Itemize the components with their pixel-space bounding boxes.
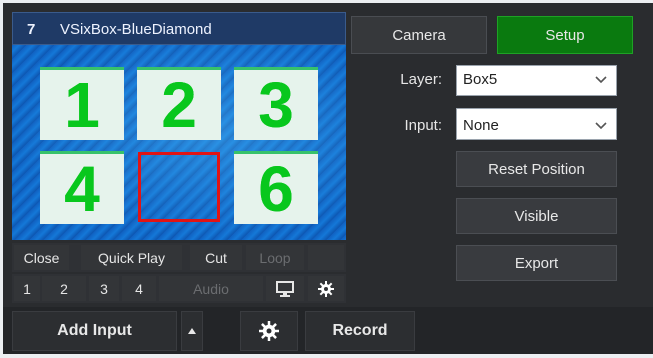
box-6[interactable]: 6	[234, 151, 318, 224]
box-3[interactable]: 3	[234, 67, 318, 140]
loop-button[interactable]: Loop	[246, 245, 304, 270]
input-title: VSixBox-BlueDiamond	[60, 21, 212, 38]
input-preview[interactable]: 1 2 3 4 6	[12, 45, 346, 240]
input-header[interactable]: 7 VSixBox-BlueDiamond	[12, 12, 346, 45]
monitor-icon[interactable]	[266, 276, 304, 301]
box-2[interactable]: 2	[137, 67, 221, 140]
input-label: Input:	[404, 117, 442, 134]
record-button[interactable]: Record	[305, 311, 415, 351]
audio-bus-4[interactable]: 4	[122, 276, 156, 301]
input-number: 7	[27, 21, 36, 38]
camera-tab[interactable]: Camera	[351, 16, 487, 54]
visible-button[interactable]: Visible	[456, 198, 617, 234]
caret-up-icon[interactable]	[181, 311, 203, 351]
gear-icon[interactable]	[240, 311, 298, 351]
layer-select[interactable]: Box5	[456, 65, 617, 96]
audio-bus-1[interactable]: 1	[14, 276, 40, 301]
audio-button[interactable]: Audio	[159, 276, 263, 301]
cut-button[interactable]: Cut	[190, 245, 242, 270]
input-select[interactable]: None	[456, 108, 617, 140]
layer-value: Box5	[463, 71, 498, 88]
chevron-down-icon	[595, 122, 607, 130]
box-1[interactable]: 1	[40, 67, 124, 140]
box-4[interactable]: 4	[40, 151, 124, 224]
input-value: None	[463, 117, 499, 134]
quick-play-button[interactable]: Quick Play	[81, 245, 182, 270]
add-input-button[interactable]: Add Input	[12, 311, 177, 351]
setup-tab[interactable]: Setup	[497, 16, 633, 54]
reset-position-button[interactable]: Reset Position	[456, 151, 617, 187]
box-5-selected[interactable]	[138, 152, 220, 222]
gear-icon[interactable]	[308, 276, 344, 301]
export-button[interactable]: Export	[456, 245, 617, 281]
layer-label: Layer:	[400, 71, 442, 88]
blank-cell	[308, 245, 344, 270]
audio-bus-3[interactable]: 3	[89, 276, 119, 301]
close-button[interactable]: Close	[14, 245, 69, 270]
chevron-down-icon	[595, 76, 607, 84]
audio-bus-2[interactable]: 2	[42, 276, 86, 301]
